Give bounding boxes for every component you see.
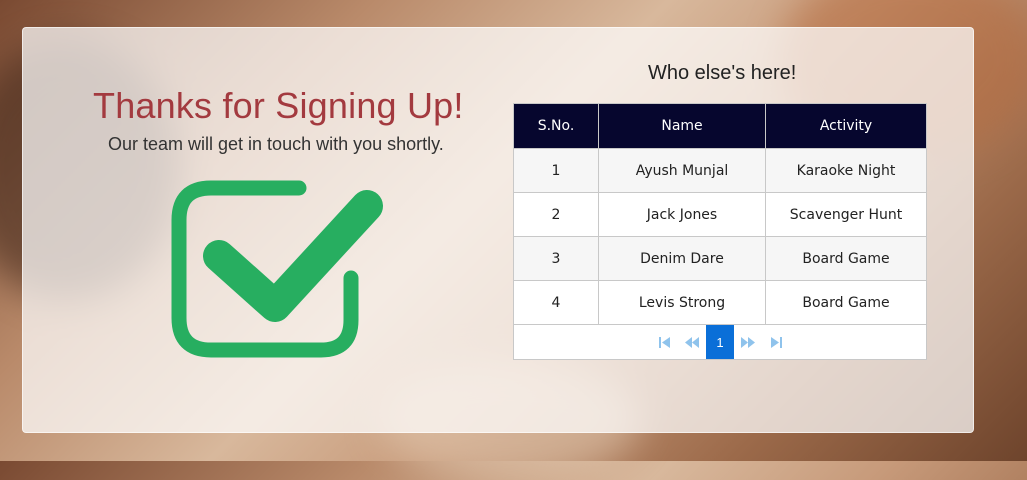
- cell-sno: 4: [513, 280, 599, 325]
- column-header-sno[interactable]: S.No.: [513, 103, 599, 149]
- cell-activity: Karaoke Night: [765, 148, 927, 193]
- confirmation-panel: Thanks for Signing Up! Our team will get…: [23, 28, 528, 432]
- last-page-icon[interactable]: [762, 325, 790, 359]
- column-header-name[interactable]: Name: [598, 103, 766, 149]
- cell-name: Ayush Munjal: [598, 148, 766, 193]
- cell-name: Jack Jones: [598, 192, 766, 237]
- table-row[interactable]: 1 Ayush Munjal Karaoke Night: [513, 148, 927, 193]
- cell-name: Levis Strong: [598, 280, 766, 325]
- cell-activity: Board Game: [765, 280, 927, 325]
- page-1-button[interactable]: 1: [706, 325, 734, 359]
- first-page-icon[interactable]: [650, 325, 678, 359]
- table-row[interactable]: 2 Jack Jones Scavenger Hunt: [513, 192, 927, 237]
- participants-table: S.No. Name Activity 1 Ayush Munjal Karao…: [513, 103, 927, 360]
- participants-title: Who else's here!: [648, 62, 797, 84]
- cell-name: Denim Dare: [598, 236, 766, 281]
- next-page-icon[interactable]: [734, 325, 762, 359]
- cell-sno: 3: [513, 236, 599, 281]
- cell-sno: 1: [513, 148, 599, 193]
- confirmation-message: Our team will get in touch with you shor…: [108, 134, 444, 154]
- cell-activity: Board Game: [765, 236, 927, 281]
- signup-card: Thanks for Signing Up! Our team will get…: [22, 27, 974, 433]
- pagination: 1: [513, 325, 927, 360]
- previous-page-icon[interactable]: [678, 325, 706, 359]
- checkmark-icon: [171, 180, 383, 358]
- cell-sno: 2: [513, 192, 599, 237]
- confirmation-heading: Thanks for Signing Up!: [93, 85, 464, 126]
- table-row[interactable]: 4 Levis Strong Board Game: [513, 280, 927, 325]
- cell-activity: Scavenger Hunt: [765, 192, 927, 237]
- table-header-row: S.No. Name Activity: [513, 103, 927, 149]
- column-header-activity[interactable]: Activity: [765, 103, 927, 149]
- table-row[interactable]: 3 Denim Dare Board Game: [513, 236, 927, 281]
